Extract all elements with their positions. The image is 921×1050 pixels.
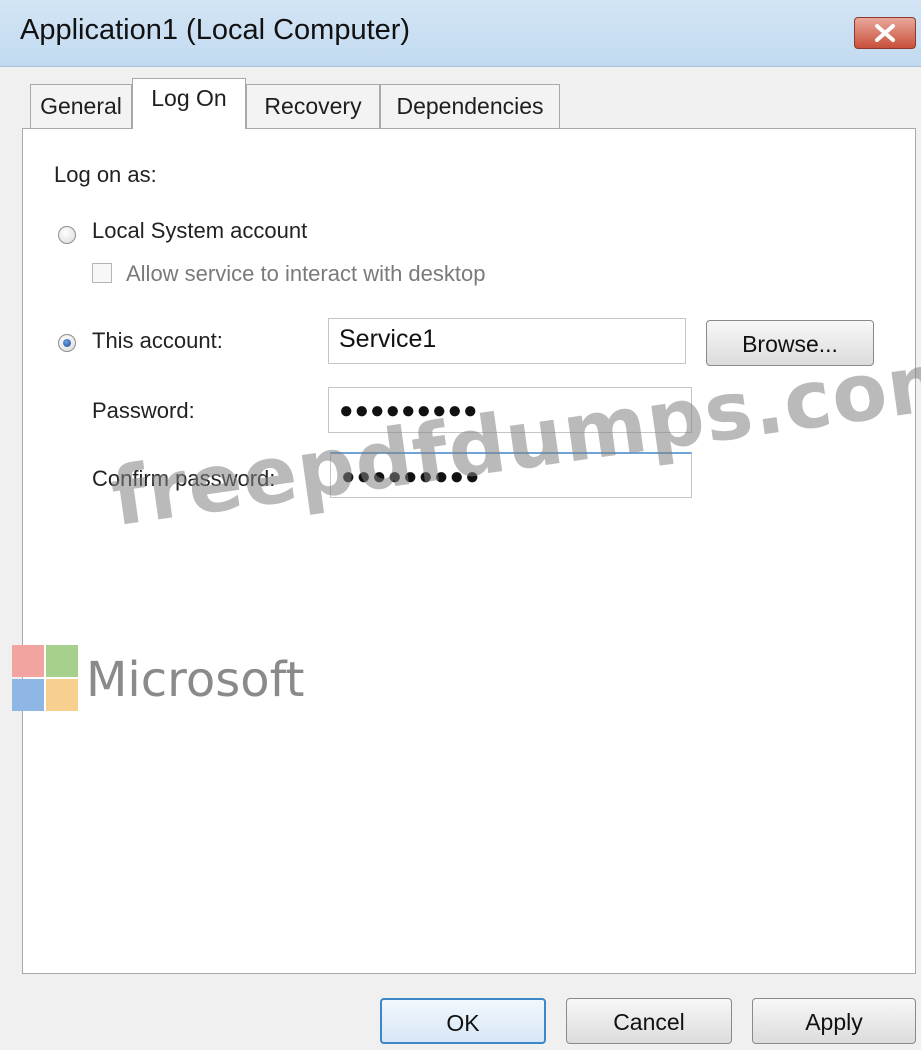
logo-red-square [12, 645, 44, 677]
tab-log-on[interactable]: Log On [132, 78, 246, 129]
title-bar: Application1 (Local Computer) [0, 0, 921, 67]
ok-button[interactable]: OK [380, 998, 546, 1044]
tab-recovery[interactable]: Recovery [246, 84, 380, 129]
interact-desktop-checkbox[interactable] [92, 263, 112, 283]
interact-desktop-label: Allow service to interact with desktop [126, 261, 486, 286]
cancel-button[interactable]: Cancel [566, 998, 732, 1044]
logo-blue-square [12, 679, 44, 711]
tab-dependencies[interactable]: Dependencies [380, 84, 560, 129]
logo-green-square [46, 645, 78, 677]
this-account-label: This account: [92, 328, 223, 353]
account-name-input[interactable]: Service1 [328, 318, 686, 364]
log-on-panel [22, 128, 916, 974]
password-label: Password: [92, 398, 195, 423]
radio-selected-dot [63, 339, 71, 347]
local-system-label: Local System account [92, 218, 308, 243]
tab-general[interactable]: General [30, 84, 132, 129]
microsoft-watermark: Microsoft [86, 652, 305, 708]
apply-button[interactable]: Apply [752, 998, 916, 1044]
close-button[interactable] [854, 17, 916, 49]
log-on-as-heading: Log on as: [54, 162, 157, 187]
microsoft-logo-icon [12, 645, 78, 711]
close-icon [875, 24, 895, 42]
local-system-radio[interactable] [58, 226, 76, 244]
window-title: Application1 (Local Computer) [20, 14, 411, 46]
logo-yellow-square [46, 679, 78, 711]
this-account-radio[interactable] [58, 334, 76, 352]
